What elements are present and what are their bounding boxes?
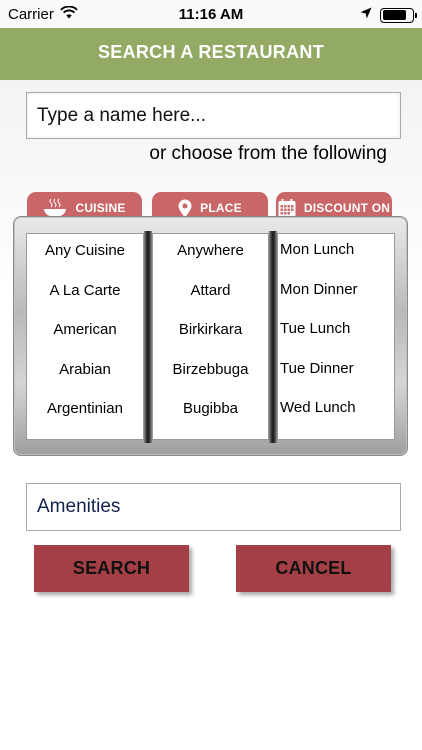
place-option[interactable]: Anywhere (152, 242, 269, 259)
tab-place-label: PLACE (200, 201, 242, 215)
discount-option[interactable]: Wed Lunch (280, 399, 356, 416)
place-option[interactable]: Attard (152, 282, 269, 299)
discount-option[interactable]: Mon Dinner (280, 281, 358, 298)
status-time: 11:16 AM (178, 6, 244, 23)
restaurant-name-input[interactable] (26, 92, 401, 139)
cuisine-option[interactable]: Argentinian (26, 400, 144, 417)
place-option[interactable]: Birzebbuga (152, 361, 269, 378)
discount-option[interactable]: Tue Dinner (280, 360, 354, 377)
discount-option[interactable]: Tue Lunch (280, 320, 350, 337)
map-pin-icon (178, 199, 192, 218)
battery-icon (380, 7, 417, 23)
cancel-button[interactable]: CANCEL (236, 545, 391, 592)
status-right (360, 6, 417, 24)
tab-cuisine-label: CUISINE (75, 201, 126, 215)
choose-instruction: or choose from the following (149, 143, 387, 164)
page-title: SEARCH A RESTAURANT (0, 28, 422, 80)
cuisine-option[interactable]: American (26, 321, 144, 338)
discount-option[interactable]: Mon Lunch (280, 241, 354, 258)
status-bar: Carrier 11:16 AM (0, 0, 422, 28)
picker-divider (269, 231, 277, 443)
picker-divider (144, 231, 152, 443)
search-button[interactable]: SEARCH (34, 545, 189, 592)
calendar-icon (278, 199, 296, 217)
cuisine-option[interactable]: A La Carte (26, 282, 144, 299)
place-option[interactable]: Birkirkara (152, 321, 269, 338)
cuisine-option[interactable]: Arabian (26, 361, 144, 378)
location-arrow-icon (360, 6, 372, 24)
amenities-field[interactable]: Amenities (26, 483, 401, 531)
cuisine-option[interactable]: Any Cuisine (26, 242, 144, 259)
place-option[interactable]: Bugibba (152, 400, 269, 417)
soup-bowl-icon (43, 198, 67, 218)
tab-discount-label: DISCOUNT ON (303, 201, 391, 215)
